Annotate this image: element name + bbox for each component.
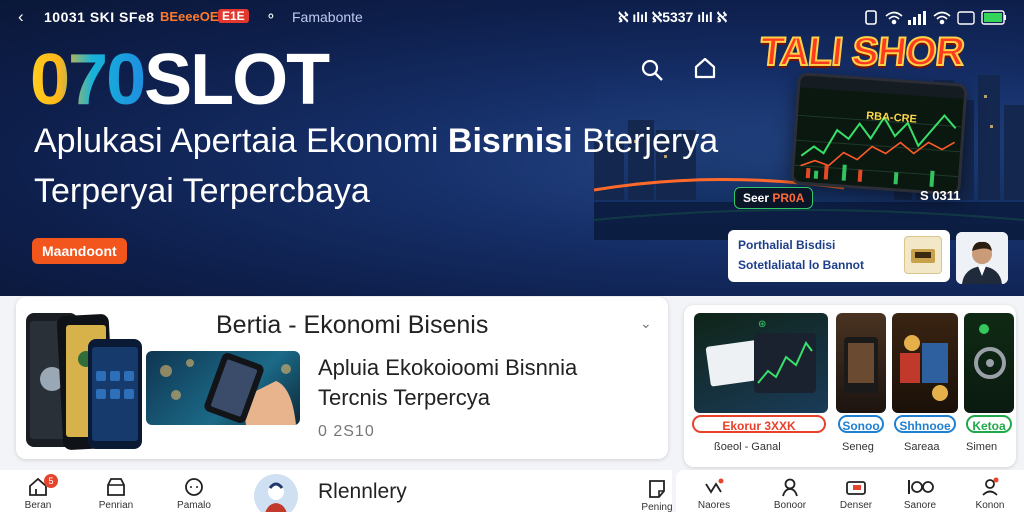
hero-pill[interactable]: Seer PR0A	[734, 187, 814, 209]
article-subtitle-line1: Apluia Ekokoioomi Bisnnia	[318, 355, 578, 380]
profile-icon	[982, 477, 999, 496]
product-thumbnail	[904, 236, 942, 274]
wallet-icon	[846, 481, 866, 495]
hero-subheadline: Terperyai Terpercbaya	[34, 172, 370, 210]
article-thumbnail	[146, 351, 300, 425]
tile-image[interactable]	[836, 313, 886, 413]
store-icon	[107, 478, 125, 496]
svg-text:⊛: ⊛	[758, 319, 766, 330]
brand-logo: 070SLOT	[30, 40, 330, 120]
app-screen: ‹ 10031 SKI SFe8 BEeeeOEDD E1E ⚬ Famabon…	[0, 0, 1024, 512]
notification-dot-icon: ⚬	[265, 8, 277, 24]
avatar[interactable]	[956, 232, 1008, 284]
trading-chart-graphic	[793, 75, 965, 193]
tile-button[interactable]: Sonoo	[838, 415, 884, 433]
document-icon	[649, 480, 665, 498]
hero-cta-button[interactable]: Maandoont	[32, 238, 127, 264]
nav-item-pending[interactable]: Pening	[634, 476, 680, 512]
home-icon[interactable]	[694, 56, 716, 80]
bottom-nav-right: Naores Bonoor Denser Sanore Konon	[676, 470, 1024, 512]
nav-item-wallet[interactable]: Denser	[826, 470, 886, 511]
tile-image[interactable]	[964, 313, 1014, 413]
user-icon	[782, 478, 798, 497]
article-title: Bertia - Ekonomi Bisenis	[216, 311, 489, 339]
back-arrow-icon[interactable]: ‹	[18, 7, 24, 27]
tile-button[interactable]: Shhnooe	[894, 415, 956, 433]
promo-title: TALI SHOR	[757, 29, 967, 75]
nav-center-title[interactable]: Rlennlery	[318, 480, 407, 504]
nav-item-store[interactable]: Penrian	[86, 470, 146, 511]
tile-button[interactable]: Ketoa	[966, 415, 1012, 433]
hero-headline: Aplukasi Apertaia Ekonomi Bisrnisi Bterj…	[34, 122, 719, 160]
system-icons	[865, 10, 1006, 25]
tile-caption: ßoeol - Ganal	[714, 441, 781, 453]
grid-icon	[908, 480, 934, 494]
app-name: Famabonte	[292, 9, 363, 25]
article-card[interactable]: Bertia - Ekonomi Bisenis ⌄ Apluia Ekokoi…	[16, 297, 668, 459]
nav-item-user[interactable]: Bonoor	[760, 470, 820, 511]
chevron-down-icon[interactable]: ⌄	[640, 315, 652, 332]
tile-caption: Sareaa	[904, 441, 940, 453]
tile-image[interactable]: ⊛	[694, 313, 828, 413]
tile-button[interactable]: Ekorur 3XXK	[692, 415, 826, 433]
wifi-icon	[933, 11, 951, 25]
search-icon[interactable]	[640, 58, 664, 82]
nav-item-profile[interactable]: Konon	[960, 470, 1020, 511]
tile-caption: Simen	[966, 441, 998, 453]
notification-badge: 5	[44, 474, 58, 488]
hero-banner: ‹ 10031 SKI SFe8 BEeeeOEDD E1E ⚬ Famabon…	[0, 0, 1024, 296]
hero-info-card[interactable]: Porthalial Bisdisi Sotetlaliatal lo Bann…	[728, 230, 950, 282]
phones-image	[26, 313, 142, 450]
product-tiles-card: ⊛ Ekorur 3XXK Sonoo Shhnooe Ketoa ßoeol …	[684, 305, 1016, 467]
apps-icon	[705, 478, 724, 494]
nav-center-avatar[interactable]	[254, 474, 298, 512]
signal-icon	[908, 11, 926, 25]
article-subtitle-line2: Tercnis Terpercya	[318, 385, 490, 410]
status-bar: ‹ 10031 SKI SFe8 BEeeeOEDD E1E ⚬ Famabon…	[0, 0, 1024, 34]
status-badge-red: E1E	[218, 9, 249, 23]
nav-item-chat[interactable]: Pamalo	[164, 470, 224, 511]
wifi-icon	[885, 11, 903, 25]
nav-item-apps[interactable]: Naores	[684, 470, 744, 511]
hero-counter: S 0311	[920, 188, 961, 203]
tablet-chart-image: RBA-CRE	[790, 72, 968, 196]
status-center-text: ℵ ılıl ℵ5337 ılıl ℵ	[618, 9, 728, 25]
tile-image[interactable]	[892, 313, 958, 413]
nav-item-home[interactable]: Beran 5	[8, 470, 68, 511]
tile-caption: Seneg	[842, 441, 874, 453]
article-meta: 0 2S10	[318, 423, 375, 440]
carrier-text: 10031 SKI SFe8	[44, 9, 155, 25]
nav-item-grid[interactable]: Sanore	[890, 470, 950, 511]
chat-icon	[185, 478, 203, 496]
